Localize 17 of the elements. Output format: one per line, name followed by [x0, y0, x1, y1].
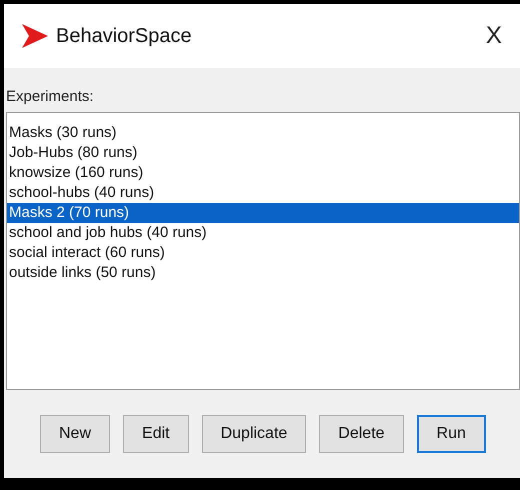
dialog-button[interactable]: Delete: [319, 415, 404, 453]
experiments-label: Experiments:: [6, 86, 94, 106]
window-title: BehaviorSpace: [56, 24, 192, 49]
logo-icon: [20, 24, 48, 48]
dialog-button[interactable]: New: [40, 415, 110, 453]
experiment-item[interactable]: Masks (30 runs): [7, 123, 519, 143]
dialog-button[interactable]: Run: [416, 415, 486, 453]
experiment-item[interactable]: knowsize (160 runs): [7, 163, 519, 183]
close-button[interactable]: X: [482, 18, 506, 54]
experiment-item[interactable]: social interact (60 runs): [7, 243, 519, 263]
experiment-item[interactable]: Masks 2 (70 runs): [7, 203, 519, 223]
experiment-item[interactable]: Job-Hubs (80 runs): [7, 143, 519, 163]
experiment-item[interactable]: school and job hubs (40 runs): [7, 223, 519, 243]
dialog-button[interactable]: Edit: [123, 415, 189, 453]
experiment-item[interactable]: outside links (50 runs): [7, 263, 519, 283]
experiment-item[interactable]: school-hubs (40 runs): [7, 183, 519, 203]
dialog-button[interactable]: Duplicate: [202, 415, 306, 453]
